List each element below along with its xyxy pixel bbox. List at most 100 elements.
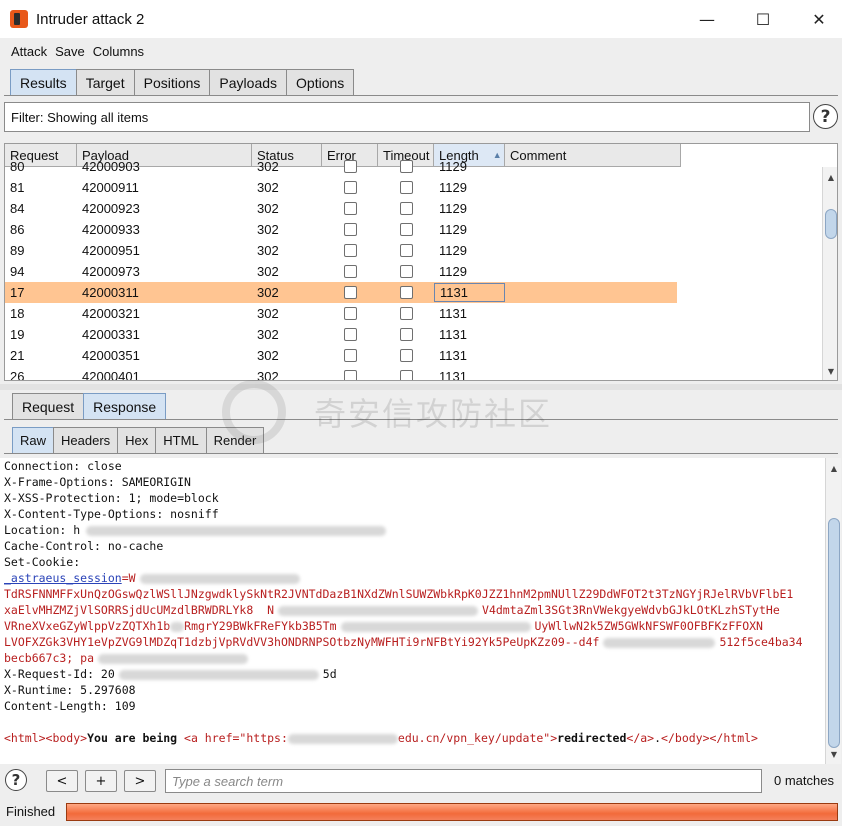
maximize-button[interactable]: ☐ bbox=[740, 0, 786, 38]
tab-positions[interactable]: Positions bbox=[133, 69, 211, 95]
cell-request: 26 bbox=[10, 369, 25, 381]
response-scroll-down-icon[interactable]: ▼ bbox=[826, 746, 842, 762]
response-scrollbar[interactable]: ▲ ▼ bbox=[825, 458, 841, 764]
table-row[interactable]: 19 42000331 302 1131 bbox=[5, 324, 677, 345]
view-tabs: Raw Headers Hex HTML Render bbox=[12, 427, 265, 453]
header-location: Location: h bbox=[4, 522, 387, 538]
cell-length: 1131 bbox=[439, 369, 467, 381]
tab-html[interactable]: HTML bbox=[155, 427, 207, 453]
cell-status: 302 bbox=[257, 243, 279, 258]
cell-status: 302 bbox=[257, 348, 279, 363]
split-pane-divider[interactable] bbox=[0, 384, 842, 390]
cell-length: 1131 bbox=[439, 348, 467, 363]
status-text: Finished bbox=[6, 804, 56, 819]
filter-bar[interactable]: Filter: Showing all items bbox=[4, 102, 810, 132]
filter-text: Filter: Showing all items bbox=[11, 109, 149, 125]
tab-response[interactable]: Response bbox=[83, 393, 167, 419]
cell-error bbox=[322, 324, 378, 345]
response-raw-editor[interactable]: Connection: close X-Frame-Options: SAMEO… bbox=[0, 458, 826, 764]
window-controls: — ☐ ✕ bbox=[674, 0, 842, 38]
help-icon[interactable]: ? bbox=[813, 104, 838, 129]
table-row[interactable]: 89 42000951 302 1129 bbox=[5, 240, 677, 261]
table-row[interactable]: 94 42000973 302 1129 bbox=[5, 261, 677, 282]
scroll-up-icon[interactable]: ▲ bbox=[823, 169, 837, 185]
cell-status: 302 bbox=[257, 285, 279, 300]
cell-timeout bbox=[378, 240, 434, 261]
scroll-down-icon[interactable]: ▼ bbox=[823, 363, 837, 379]
tab-hex[interactable]: Hex bbox=[117, 427, 157, 453]
search-help-icon[interactable]: ? bbox=[5, 769, 27, 791]
checkbox-icon bbox=[344, 286, 357, 299]
checkbox-icon bbox=[344, 370, 357, 380]
header-x-content-type-options: X-Content-Type-Options: nosniff bbox=[4, 507, 219, 521]
cookie-value-5b: 512f5ce4ba34 bbox=[719, 635, 803, 649]
menu-columns[interactable]: Columns bbox=[93, 44, 144, 59]
tab-headers[interactable]: Headers bbox=[53, 427, 119, 453]
table-scrollbar[interactable]: ▲ ▼ bbox=[822, 167, 837, 380]
table-row[interactable]: 18 42000321 302 1131 bbox=[5, 303, 677, 324]
tab-request[interactable]: Request bbox=[12, 393, 85, 419]
redacted-area bbox=[278, 605, 479, 616]
checkbox-icon bbox=[344, 202, 357, 215]
cell-length: 1129 bbox=[439, 201, 467, 216]
table-row[interactable]: 17 42000311 302 1131 bbox=[5, 282, 677, 303]
menu-attack[interactable]: Attack bbox=[11, 44, 47, 59]
table-row[interactable]: 26 42000401 302 1131 bbox=[5, 366, 677, 381]
watermark-text: 奇安信攻防社区 bbox=[314, 395, 553, 433]
cell-request: 81 bbox=[10, 180, 25, 195]
reqresp-tabs-divider bbox=[4, 419, 838, 420]
cell-error bbox=[322, 366, 378, 380]
redacted-area bbox=[98, 653, 249, 664]
table-scroll-thumb[interactable] bbox=[825, 209, 837, 239]
search-add-button[interactable]: + bbox=[85, 770, 117, 792]
link-text: redirected bbox=[557, 731, 627, 745]
search-next-button[interactable]: > bbox=[124, 770, 156, 792]
cookie-value-4b: RmgrY29BWkFReFYkb3B5Tm bbox=[184, 619, 337, 633]
cell-length: 1131 bbox=[434, 283, 505, 302]
cell-request: 86 bbox=[10, 222, 25, 237]
window-title: Intruder attack 2 bbox=[36, 10, 145, 28]
progress-bar bbox=[66, 803, 838, 821]
search-prev-button[interactable]: < bbox=[46, 770, 78, 792]
minimize-button[interactable]: — bbox=[684, 0, 730, 38]
response-scroll-up-icon[interactable]: ▲ bbox=[826, 460, 842, 476]
cookie-line-2: TdRSFNNMFFxUnQzOGswQzlWSllJNzgwdklySkNtR… bbox=[4, 587, 794, 601]
cell-status: 302 bbox=[257, 306, 279, 321]
checkbox-icon bbox=[344, 181, 357, 194]
table-row[interactable]: 86 42000933 302 1129 bbox=[5, 219, 677, 240]
cell-error bbox=[322, 282, 378, 303]
close-button[interactable]: ✕ bbox=[796, 0, 842, 38]
redacted-area bbox=[86, 525, 387, 536]
tab-options[interactable]: Options bbox=[286, 69, 355, 95]
cell-error bbox=[322, 303, 378, 324]
cell-length: 1129 bbox=[439, 243, 467, 258]
tab-payloads[interactable]: Payloads bbox=[209, 69, 288, 95]
cell-status: 302 bbox=[257, 327, 279, 342]
response-scroll-thumb[interactable] bbox=[828, 518, 840, 748]
tab-target[interactable]: Target bbox=[75, 69, 135, 95]
cell-error bbox=[322, 198, 378, 219]
checkbox-icon bbox=[400, 349, 413, 362]
tab-render[interactable]: Render bbox=[205, 427, 265, 453]
tab-raw[interactable]: Raw bbox=[12, 427, 55, 453]
cell-error bbox=[322, 240, 378, 261]
table-row[interactable]: 84 42000923 302 1129 bbox=[5, 198, 677, 219]
tab-results[interactable]: Results bbox=[10, 69, 77, 95]
menu-bar: Attack Save Columns bbox=[0, 38, 842, 64]
cell-request: 94 bbox=[10, 264, 25, 279]
checkbox-icon bbox=[400, 181, 413, 194]
menu-save[interactable]: Save bbox=[55, 44, 85, 59]
cell-length: 1129 bbox=[439, 180, 467, 195]
table-row[interactable]: 81 42000911 302 1129 bbox=[5, 177, 677, 198]
cell-payload: 42000911 bbox=[82, 180, 139, 195]
table-row[interactable]: 21 42000351 302 1131 bbox=[5, 345, 677, 366]
burp-app-icon bbox=[10, 10, 28, 28]
cell-request: 21 bbox=[10, 348, 25, 363]
cell-error bbox=[322, 219, 378, 240]
checkbox-icon bbox=[400, 244, 413, 257]
header-content-length: Content-Length: 109 bbox=[4, 699, 136, 713]
table-row[interactable]: 80 42000903 302 1129 bbox=[5, 156, 677, 177]
view-tabs-divider bbox=[4, 453, 838, 454]
search-input[interactable]: Type a search term bbox=[165, 769, 762, 793]
cell-status: 302 bbox=[257, 222, 279, 237]
